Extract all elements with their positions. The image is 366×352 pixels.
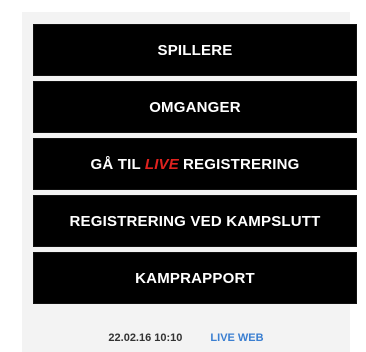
post-match-button-label: REGISTRERING VED KAMPSLUTT [69, 212, 321, 230]
live-accent-label: LIVE [144, 155, 179, 173]
menu-button-stack: SPILLERE OMGANGER GÅ TIL LIVE REGISTRERI… [33, 24, 357, 309]
players-button-label: SPILLERE [157, 41, 233, 59]
rounds-button[interactable]: OMGANGER [33, 81, 357, 133]
goto-live-registration-button[interactable]: GÅ TIL LIVE REGISTRERING [33, 138, 357, 190]
post-match-registration-button[interactable]: REGISTRERING VED KAMPSLUTT [33, 195, 357, 247]
footer: 22.02.16 10:10 LIVE WEB [22, 328, 350, 348]
rounds-button-label: OMGANGER [149, 98, 241, 116]
players-button[interactable]: SPILLERE [33, 24, 357, 76]
live-web-link[interactable]: LIVE WEB [210, 332, 263, 344]
match-report-button[interactable]: KAMPRAPPORT [33, 252, 357, 304]
match-report-button-label: KAMPRAPPORT [135, 269, 255, 287]
match-timestamp: 22.02.16 10:10 [108, 332, 183, 344]
goto-prefix-label: GÅ TIL [90, 155, 141, 173]
goto-suffix-label: REGISTRERING [182, 155, 300, 173]
